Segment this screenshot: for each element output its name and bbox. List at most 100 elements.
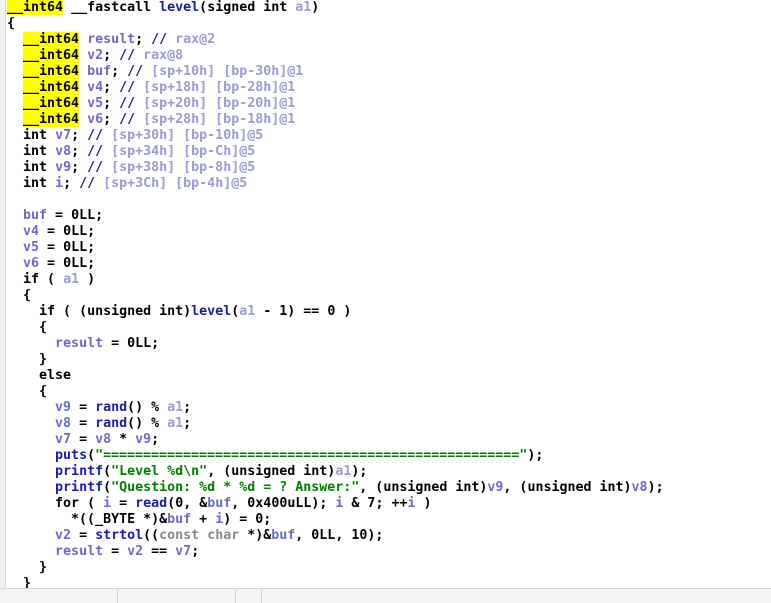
code-token-lvar[interactable]: v2 (127, 544, 143, 559)
code-token-func[interactable]: rand (95, 400, 127, 415)
code-token-func[interactable]: read (135, 496, 167, 511)
code-line[interactable]: v6 = 0LL; (7, 256, 771, 272)
code-token-lvar[interactable]: v4 (23, 224, 39, 239)
code-token-lvar[interactable]: v8 (55, 144, 71, 159)
code-line[interactable]: int v7; // [sp+30h] [bp-10h]@5 (7, 128, 771, 144)
code-line[interactable]: } (7, 560, 771, 576)
code-token-lvar[interactable]: v7 (55, 128, 71, 143)
code-line[interactable]: if ( (unsigned int)level(a1 - 1) == 0 ) (7, 304, 771, 320)
code-line[interactable]: int i; // [sp+3Ch] [bp-4h]@5 (7, 176, 771, 192)
code-line[interactable]: v2 = strtol((const char *)&buf, 0LL, 10)… (7, 528, 771, 544)
code-token-lvar[interactable]: v9 (55, 160, 71, 175)
code-line[interactable]: int v9; // [sp+38h] [bp-8h]@5 (7, 160, 771, 176)
code-line[interactable]: v8 = rand() % a1; (7, 416, 771, 432)
code-token-plain: , (335, 528, 352, 543)
code-line[interactable]: v9 = rand() % a1; (7, 400, 771, 416)
code-token-func[interactable]: puts (55, 448, 87, 463)
code-token-num: 0LL (63, 240, 88, 255)
code-line[interactable] (7, 192, 771, 208)
code-token-lvar[interactable]: v7 (175, 544, 191, 559)
code-token-func[interactable]: rand (95, 416, 127, 431)
code-line[interactable]: { (7, 320, 771, 336)
code-token-lvar[interactable]: v9 (55, 400, 71, 415)
code-token-func[interactable]: level (191, 304, 231, 319)
code-token-lvar[interactable]: v9 (487, 480, 503, 495)
code-token-lvar[interactable]: i (55, 176, 63, 191)
decompiler-window: __int64 __fastcall level(signed int a1){… (0, 0, 771, 603)
code-token-punct: } (39, 560, 48, 575)
code-token-lvar[interactable]: result (55, 544, 103, 559)
code-line[interactable]: puts("==================================… (7, 448, 771, 464)
code-token-lvar[interactable]: v8 (55, 416, 71, 431)
code-token-lvar[interactable]: v5 (87, 96, 103, 111)
code-token-func[interactable]: strtol (95, 528, 143, 543)
code-token-arg[interactable]: a1 (295, 0, 311, 15)
code-line[interactable]: buf = 0LL; (7, 208, 771, 224)
code-token-lvar[interactable]: v9 (135, 432, 151, 447)
code-line[interactable]: v5 = 0LL; (7, 240, 771, 256)
code-token-cmtmark: // (119, 80, 136, 95)
code-token-lvar[interactable]: v6 (23, 256, 39, 271)
code-line[interactable]: __int64 buf; // [sp+10h] [bp-30h]@1 (7, 64, 771, 80)
pseudocode-text-area[interactable]: __int64 __fastcall level(signed int a1){… (7, 0, 771, 588)
code-token-lvar[interactable]: i (103, 496, 111, 511)
code-line[interactable]: int v8; // [sp+34h] [bp-Ch]@5 (7, 144, 771, 160)
code-line[interactable]: __int64 v4; // [sp+18h] [bp-28h]@1 (7, 80, 771, 96)
code-line[interactable]: *((_BYTE *)&buf + i) = 0; (7, 512, 771, 528)
code-token-arg[interactable]: a1 (335, 464, 351, 479)
code-line[interactable]: else (7, 368, 771, 384)
code-line[interactable]: } (7, 576, 771, 588)
code-line[interactable]: printf("Level %d\n", (unsigned int)a1); (7, 464, 771, 480)
code-token-lvar[interactable]: v2 (87, 48, 103, 63)
code-token-func[interactable]: level (159, 0, 199, 15)
code-line[interactable]: printf("Question: %d * %d = ? Answer:", … (7, 480, 771, 496)
code-line[interactable]: v4 = 0LL; (7, 224, 771, 240)
code-line[interactable]: __int64 v5; // [sp+20h] [bp-20h]@1 (7, 96, 771, 112)
code-line[interactable]: { (7, 288, 771, 304)
code-token-lvar[interactable]: v6 (87, 112, 103, 127)
code-token-plain: ) (623, 480, 632, 495)
code-line[interactable]: __int64 v6; // [sp+28h] [bp-18h]@1 (7, 112, 771, 128)
code-line[interactable]: if ( a1 ) (7, 272, 771, 288)
code-token-lvar[interactable]: result (87, 32, 135, 47)
code-line[interactable]: { (7, 384, 771, 400)
code-line[interactable]: __int64 v2; // rax@8 (7, 48, 771, 64)
code-token-arg[interactable]: a1 (239, 304, 255, 319)
code-token-num: 0LL (63, 224, 88, 239)
code-token-lvar[interactable]: v7 (55, 432, 71, 447)
code-token-type-highlighted: __int64 (23, 64, 80, 79)
code-token-lvar[interactable]: v2 (55, 528, 71, 543)
code-token-lvar[interactable]: buf (87, 64, 111, 79)
code-token-arg[interactable]: a1 (63, 272, 79, 287)
code-token-lvar[interactable]: buf (167, 512, 191, 527)
code-token-lvar[interactable]: buf (271, 528, 295, 543)
code-token-arg[interactable]: a1 (167, 416, 183, 431)
code-line[interactable]: for ( i = read(0, &buf, 0x400uLL); i & 7… (7, 496, 771, 512)
code-token-lvar[interactable]: v8 (95, 432, 111, 447)
code-line[interactable]: result = v2 == v7; (7, 544, 771, 560)
code-token-arg[interactable]: a1 (167, 400, 183, 415)
code-token-func[interactable]: printf (55, 464, 103, 479)
code-token-lvar[interactable]: buf (207, 496, 231, 511)
code-token-lvar[interactable]: result (55, 336, 103, 351)
code-token-lvar[interactable]: v5 (23, 240, 39, 255)
code-token-func[interactable]: printf (55, 480, 103, 495)
code-token-plain: = (39, 240, 64, 255)
code-token-plain: ( (39, 272, 64, 287)
code-token-lvar[interactable]: v4 (87, 80, 103, 95)
code-line[interactable]: { (7, 16, 771, 32)
code-line[interactable]: } (7, 352, 771, 368)
code-line[interactable]: result = 0LL; (7, 336, 771, 352)
code-line[interactable]: __int64 result; // rax@2 (7, 32, 771, 48)
code-line[interactable]: v7 = v8 * v9; (7, 432, 771, 448)
code-token-lvar[interactable]: buf (23, 208, 47, 223)
code-token-lvar[interactable]: v8 (632, 480, 648, 495)
code-token-comment: [sp+38h] [bp-8h]@5 (103, 160, 256, 175)
code-token-plain: = (47, 208, 72, 223)
code-line[interactable]: __int64 __fastcall level(signed int a1) (7, 0, 771, 16)
